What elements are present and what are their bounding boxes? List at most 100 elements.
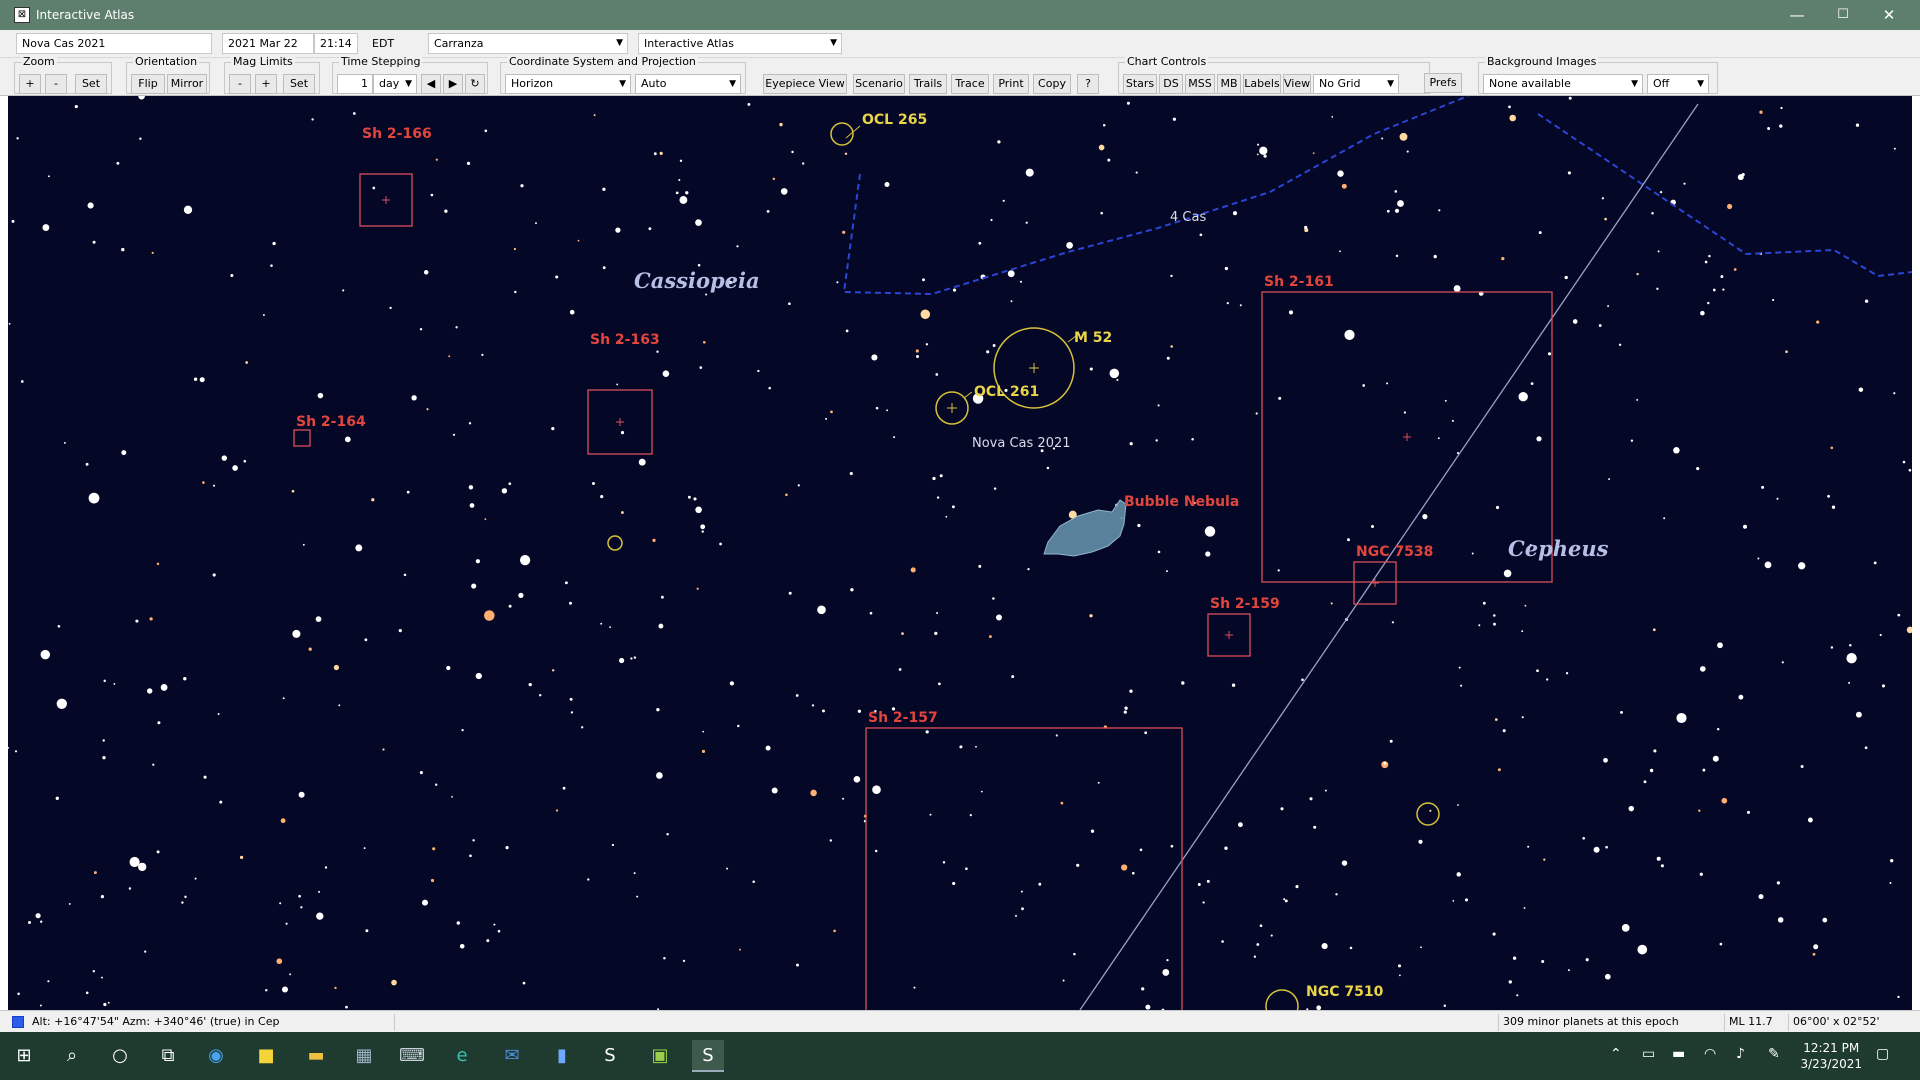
object-label-sh2-161[interactable]: Sh 2-161 bbox=[1264, 274, 1334, 290]
object-label-sh2-159[interactable]: Sh 2-159 bbox=[1210, 596, 1280, 612]
object-label-sh2-157[interactable]: Sh 2-157 bbox=[868, 710, 938, 726]
star-chart[interactable]: Cassiopeia Cepheus Sh 2-166 Sh 2-163 Sh … bbox=[8, 96, 1912, 1010]
ds-button[interactable]: DS bbox=[1159, 74, 1183, 94]
cluster-ngc7510 bbox=[1265, 989, 1299, 1010]
minimize-button[interactable]: — bbox=[1774, 0, 1820, 30]
zoom-out-button[interactable]: - bbox=[45, 74, 67, 94]
mag-set-button[interactable]: Set bbox=[283, 74, 315, 94]
edge-icon[interactable]: e bbox=[446, 1040, 478, 1072]
status-indicator-icon bbox=[12, 1016, 24, 1028]
maximize-button[interactable]: ☐ bbox=[1820, 0, 1866, 30]
date-field[interactable]: 2021 Mar 22 bbox=[222, 33, 314, 54]
pen-icon[interactable]: ✎ bbox=[1768, 1046, 1780, 1062]
step-forward-button[interactable]: ▶ bbox=[443, 74, 463, 94]
object-label-m52[interactable]: M 52 bbox=[1074, 330, 1112, 346]
grid-select[interactable]: No Grid ▼ bbox=[1313, 74, 1399, 94]
background-image-select[interactable]: None available ▼ bbox=[1483, 74, 1643, 94]
scenario-button[interactable]: Scenario bbox=[853, 74, 905, 94]
wifi-icon[interactable]: ◠ bbox=[1704, 1046, 1716, 1062]
chart-controls-group: Chart Controls Stars DS MSS MB Labels Vi… bbox=[1118, 55, 1430, 94]
clock-date: 3/23/2021 bbox=[1800, 1057, 1862, 1071]
object-label-nova[interactable]: Nova Cas 2021 bbox=[972, 436, 1071, 451]
step-unit-value: day bbox=[379, 77, 400, 90]
keyboard-icon[interactable]: ⌨ bbox=[396, 1040, 428, 1072]
object-label-ngc7510[interactable]: NGC 7510 bbox=[1306, 984, 1383, 1000]
chevron-down-icon: ▼ bbox=[1631, 79, 1638, 89]
clock-time: 12:21 PM bbox=[1803, 1041, 1860, 1055]
constellation-label-cassiopeia: Cassiopeia bbox=[634, 268, 760, 293]
projection-select[interactable]: Auto ▼ bbox=[635, 74, 741, 94]
zoom-label: Zoom bbox=[21, 55, 57, 69]
star-label-4cas[interactable]: 4 Cas bbox=[1170, 210, 1206, 225]
image-icon[interactable]: ▣ bbox=[644, 1040, 676, 1072]
status-empty bbox=[394, 1014, 1498, 1031]
eyepiece-view-button[interactable]: Eyepiece View bbox=[763, 74, 847, 94]
terminal-icon[interactable]: ▮ bbox=[546, 1040, 578, 1072]
object-label-bubble-nebula[interactable]: Bubble Nebula bbox=[1124, 494, 1239, 510]
zoom-in-button[interactable]: + bbox=[19, 74, 41, 94]
object-label-ngc7538[interactable]: NGC 7538 bbox=[1356, 544, 1433, 560]
mirror-button[interactable]: Mirror bbox=[167, 74, 207, 94]
background-images-label: Background Images bbox=[1485, 55, 1599, 69]
chevron-down-icon: ▼ bbox=[1387, 79, 1394, 89]
mb-button[interactable]: MB bbox=[1217, 74, 1241, 94]
file-explorer-icon[interactable]: ▬ bbox=[300, 1040, 332, 1072]
view-button[interactable]: View bbox=[1283, 74, 1311, 94]
copy-button[interactable]: Copy bbox=[1033, 74, 1071, 94]
zoom-set-button[interactable]: Set bbox=[75, 74, 107, 94]
coordinate-system-select[interactable]: Horizon ▼ bbox=[505, 74, 631, 94]
print-button[interactable]: Print bbox=[993, 74, 1029, 94]
labels-button[interactable]: Labels bbox=[1243, 74, 1281, 94]
orientation-label: Orientation bbox=[133, 55, 200, 69]
mag-decrease-button[interactable]: - bbox=[229, 74, 251, 94]
skytools3-icon[interactable]: S bbox=[594, 1040, 626, 1072]
object-label-sh2-163[interactable]: Sh 2-163 bbox=[590, 332, 660, 348]
object-label-sh2-166[interactable]: Sh 2-166 bbox=[362, 126, 432, 142]
cortana-icon[interactable]: ○ bbox=[104, 1040, 136, 1072]
network-device-icon[interactable]: ▭ bbox=[1642, 1046, 1655, 1062]
help-button[interactable]: ? bbox=[1077, 74, 1099, 94]
trails-button[interactable]: Trails bbox=[909, 74, 947, 94]
step-count-field[interactable]: 1 bbox=[337, 74, 373, 94]
tray-chevron-icon[interactable]: ⌃ bbox=[1610, 1046, 1622, 1062]
mag-increase-button[interactable]: + bbox=[255, 74, 277, 94]
stars-button[interactable]: Stars bbox=[1123, 74, 1157, 94]
object-label-sh2-164[interactable]: Sh 2-164 bbox=[296, 414, 366, 430]
battery-icon[interactable]: ▬ bbox=[1672, 1046, 1685, 1062]
volume-icon[interactable]: ♪ bbox=[1736, 1046, 1745, 1062]
notifications-icon[interactable]: ▢ bbox=[1876, 1046, 1889, 1062]
time-field[interactable]: 21:14 bbox=[314, 33, 358, 54]
safari-icon[interactable]: ◉ bbox=[200, 1040, 232, 1072]
orientation-group: Orientation Flip Mirror bbox=[126, 55, 210, 94]
mail-icon[interactable]: ✉ bbox=[496, 1040, 528, 1072]
projection-value: Auto bbox=[641, 77, 667, 90]
close-button[interactable]: ✕ bbox=[1866, 0, 1912, 30]
taskbar-clock[interactable]: 12:21 PM 3/23/2021 bbox=[1800, 1040, 1862, 1072]
background-state-select[interactable]: Off ▼ bbox=[1647, 74, 1709, 94]
site-select[interactable]: Carranza ▼ bbox=[428, 33, 628, 54]
object-name-field[interactable]: Nova Cas 2021 bbox=[16, 33, 212, 54]
object-label-ocl265[interactable]: OCL 265 bbox=[862, 112, 927, 128]
chart-type-select[interactable]: Interactive Atlas ▼ bbox=[638, 33, 842, 54]
background-state-value: Off bbox=[1653, 77, 1670, 90]
flip-button[interactable]: Flip bbox=[131, 74, 165, 94]
nebula-box-sh2-157 bbox=[865, 727, 1183, 1010]
chart-controls-label: Chart Controls bbox=[1125, 55, 1209, 69]
reset-time-button[interactable]: ↻ bbox=[465, 74, 485, 94]
search-icon[interactable]: ⌕ bbox=[56, 1040, 88, 1072]
trace-button[interactable]: Trace bbox=[951, 74, 989, 94]
step-back-button[interactable]: ◀ bbox=[421, 74, 441, 94]
background-images-group: Background Images None available ▼ Off ▼ bbox=[1478, 55, 1718, 94]
skytools4-icon[interactable]: S bbox=[692, 1040, 724, 1072]
mss-button[interactable]: MSS bbox=[1185, 74, 1215, 94]
background-image-value: None available bbox=[1489, 77, 1571, 90]
chevron-down-icon: ▼ bbox=[729, 79, 736, 89]
task-view-icon[interactable]: ⧉ bbox=[152, 1040, 184, 1072]
sticky-notes-icon[interactable]: ■ bbox=[250, 1040, 282, 1072]
start-icon[interactable]: ⊞ bbox=[8, 1040, 40, 1072]
prefs-button[interactable]: Prefs bbox=[1424, 73, 1462, 93]
object-label-ocl261[interactable]: OCL 261 bbox=[974, 384, 1039, 400]
calculator-icon[interactable]: ▦ bbox=[348, 1040, 380, 1072]
step-unit-select[interactable]: day ▼ bbox=[373, 74, 417, 94]
actions-group: Eyepiece View Scenario Trails Trace Prin… bbox=[758, 62, 1108, 94]
